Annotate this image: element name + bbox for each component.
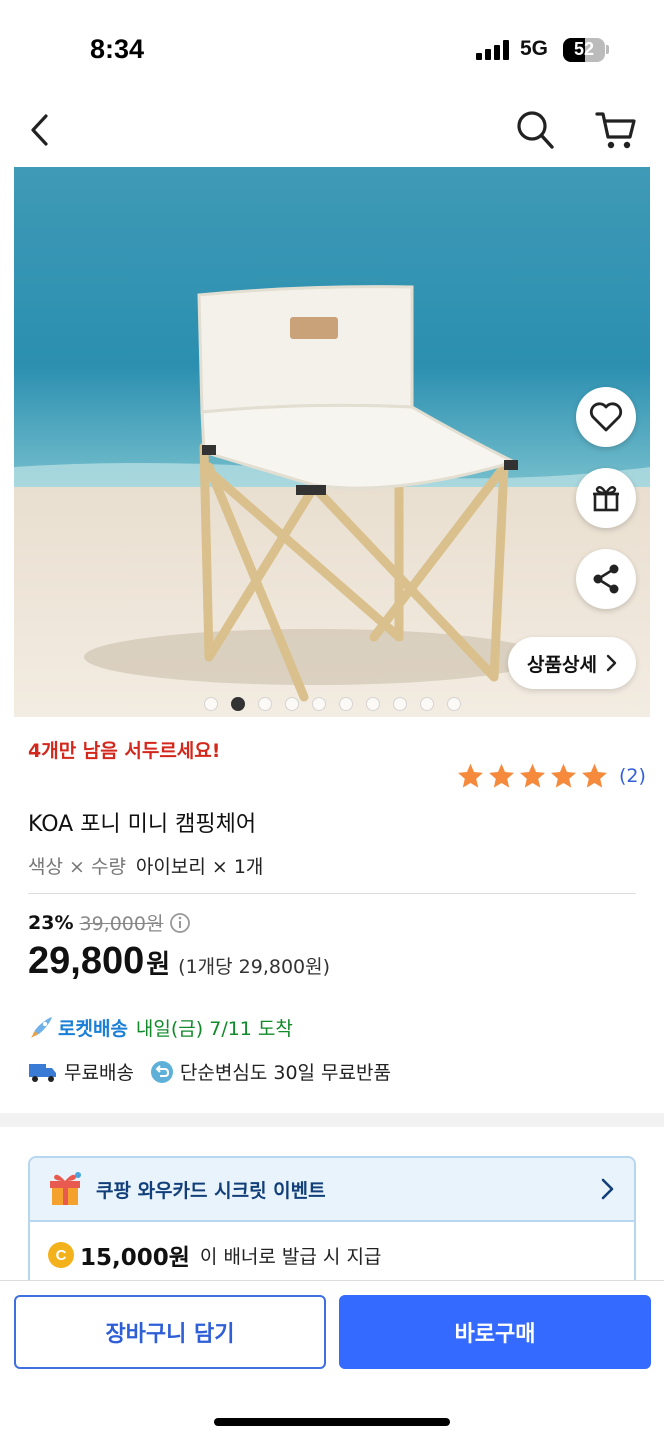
- status-time: 8:34: [90, 34, 145, 64]
- discount-row: 23% 39,000원: [28, 909, 191, 936]
- product-detail-button[interactable]: 상품상세: [508, 637, 636, 689]
- unit-price: (1개당 29,800원): [178, 956, 331, 978]
- battery-icon: 52: [563, 38, 605, 62]
- star-icon: [520, 763, 545, 788]
- pagination-dot[interactable]: [312, 697, 326, 711]
- pagination-dot[interactable]: [420, 697, 434, 711]
- add-to-cart-button[interactable]: 장바구니 담기: [14, 1295, 326, 1369]
- rocket-delivery: 로켓배송 내일(금) 7/11 도착: [28, 1014, 293, 1041]
- pagination-dot[interactable]: [231, 697, 245, 711]
- pagination-dot[interactable]: [366, 697, 380, 711]
- rocket-icon: [31, 1016, 52, 1038]
- price-currency: 원: [146, 950, 171, 980]
- pagination-dot[interactable]: [204, 697, 218, 711]
- network-type: 5G: [520, 37, 549, 60]
- heart-icon: [589, 402, 623, 432]
- rocket-label: 로켓배송: [58, 1018, 128, 1040]
- product-detail-label: 상품상세: [527, 653, 597, 676]
- truck-icon: [29, 1063, 56, 1082]
- chevron-right-icon: [606, 654, 617, 672]
- event-description: 이 배너로 발급 시 지급: [199, 1245, 382, 1268]
- home-indicator: [214, 1418, 450, 1426]
- option-label: 색상 × 수량: [28, 856, 126, 878]
- divider: [28, 893, 636, 894]
- buy-now-button[interactable]: 바로구매: [339, 1295, 651, 1369]
- sale-price: 29,800: [28, 940, 145, 982]
- battery-percent: 52: [573, 39, 595, 59]
- gift-box-icon: [50, 1172, 81, 1205]
- chevron-right-icon: [601, 1178, 614, 1200]
- delivery-perks: 무료배송 단순변심도 30일 무료반품: [28, 1058, 391, 1085]
- event-title: 쿠팡 와우카드 시크릿 이벤트: [96, 1179, 326, 1202]
- status-bar: 8:34 5G 52: [0, 0, 664, 100]
- free-return: 단순변심도 30일 무료반품: [179, 1062, 391, 1084]
- top-nav: [0, 100, 664, 162]
- product-image[interactable]: 상품상세: [14, 167, 650, 717]
- pagination-dot[interactable]: [258, 697, 272, 711]
- search-icon[interactable]: [515, 109, 555, 155]
- star-icon: [551, 763, 576, 788]
- star-icon: [458, 763, 483, 788]
- event-header[interactable]: 쿠팡 와우카드 시크릿 이벤트: [30, 1158, 634, 1222]
- gift-button[interactable]: [576, 468, 636, 528]
- section-divider: [0, 1113, 664, 1127]
- stock-notice: 4개만 남음 서두르세요!: [28, 740, 221, 762]
- product-title: KOA 포니 미니 캠핑체어: [28, 812, 257, 837]
- share-icon: [593, 564, 619, 594]
- star-icon: [489, 763, 514, 788]
- rating[interactable]: (2): [456, 762, 646, 790]
- pagination-dot[interactable]: [447, 697, 461, 711]
- pagination-dot[interactable]: [393, 697, 407, 711]
- signal-icon: [476, 40, 510, 60]
- gift-icon: [593, 486, 619, 512]
- wow-card-event-banner[interactable]: 쿠팡 와우카드 시크릿 이벤트 C 15,000원 이 배너로 발급 시 지급: [28, 1156, 636, 1296]
- pagination-dot[interactable]: [285, 697, 299, 711]
- cart-icon[interactable]: [594, 109, 638, 155]
- return-icon: [150, 1060, 173, 1083]
- wishlist-button[interactable]: [576, 387, 636, 447]
- event-body: C 15,000원 이 배너로 발급 시 지급: [30, 1222, 634, 1272]
- free-shipping: 무료배송: [64, 1062, 134, 1084]
- info-icon[interactable]: [169, 912, 191, 934]
- product-photo: [14, 167, 650, 717]
- share-button[interactable]: [576, 549, 636, 609]
- discount-rate: 23%: [28, 911, 74, 934]
- image-pagination[interactable]: [204, 697, 461, 711]
- event-amount: 15,000원: [80, 1245, 190, 1271]
- pagination-dot[interactable]: [339, 697, 353, 711]
- delivery-eta: 내일(금) 7/11 도착: [135, 1018, 293, 1040]
- option-row[interactable]: 색상 × 수량 아이보리 × 1개: [28, 852, 263, 879]
- price-row: 29,800 원 (1개당 29,800원): [28, 940, 330, 983]
- original-price: 39,000원: [79, 913, 164, 935]
- bottom-action-bar: 장바구니 담기 바로구매: [0, 1280, 664, 1440]
- star-icon: [582, 763, 607, 788]
- coin-icon: C: [48, 1242, 74, 1268]
- back-icon[interactable]: [26, 112, 54, 152]
- review-count[interactable]: (2): [619, 765, 646, 787]
- option-value: 아이보리 × 1개: [135, 856, 264, 878]
